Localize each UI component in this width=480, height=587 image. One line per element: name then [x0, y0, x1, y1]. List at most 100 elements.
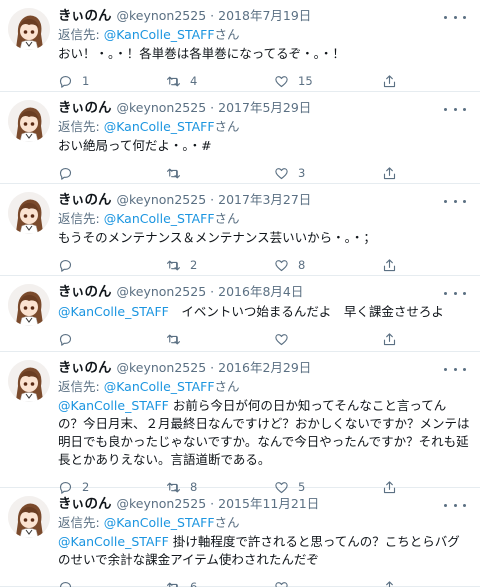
reply-to-line: 返信先: @KanColle_STAFFさん: [58, 118, 470, 136]
display-name[interactable]: きぃのん: [58, 6, 111, 26]
display-name[interactable]: きぃのん: [58, 98, 111, 118]
tweet-actions: 6: [58, 571, 470, 587]
tweet-text: @KanColle_STAFF イベントいつ始まるんだよ 早く課金させろよ: [58, 303, 470, 321]
retweet-count: 2: [190, 258, 198, 272]
reply-to-mention[interactable]: @KanColle_STAFF: [104, 515, 215, 530]
share-button[interactable]: [382, 166, 412, 181]
more-icon[interactable]: [444, 286, 466, 300]
tweet-date[interactable]: 2017年3月27日: [218, 190, 311, 210]
like-button[interactable]: 8: [274, 258, 382, 273]
reply-count: 1: [82, 74, 90, 88]
tweet[interactable]: きぃのん @keynon2525 · 2015年11月21日 返信先: @Kan…: [0, 488, 480, 587]
retweet-button[interactable]: 2: [166, 258, 274, 273]
like-count: 3: [298, 166, 306, 180]
reply-suffix: さん: [214, 515, 240, 530]
separator: ·: [210, 496, 215, 511]
like-icon: [275, 333, 288, 345]
more-icon[interactable]: [444, 498, 466, 512]
tweet[interactable]: きぃのん @keynon2525 · 2016年2月29日 返信先: @KanC…: [0, 352, 480, 494]
retweet-button[interactable]: [166, 166, 274, 181]
share-button[interactable]: [382, 258, 412, 273]
more-icon[interactable]: [444, 362, 466, 376]
more-icon[interactable]: [444, 194, 466, 208]
reply-button[interactable]: [58, 580, 166, 587]
reply-prefix: 返信先:: [58, 27, 104, 42]
avatar[interactable]: [8, 8, 50, 50]
like-button[interactable]: 3: [274, 166, 382, 181]
like-button[interactable]: 15: [274, 74, 382, 89]
user-handle[interactable]: @keynon2525: [116, 358, 206, 378]
reply-button[interactable]: [58, 332, 166, 347]
reply-icon: [59, 167, 72, 180]
reply-prefix: 返信先:: [58, 515, 104, 530]
like-count: 8: [298, 258, 306, 272]
user-handle[interactable]: @keynon2525: [116, 6, 206, 26]
display-name[interactable]: きぃのん: [58, 190, 111, 210]
user-handle[interactable]: @keynon2525: [116, 190, 206, 210]
separator: ·: [210, 100, 215, 115]
user-handle[interactable]: @keynon2525: [116, 98, 206, 118]
reply-icon: [59, 581, 72, 587]
retweet-button[interactable]: 4: [166, 74, 274, 89]
body-mention[interactable]: @KanColle_STAFF: [58, 534, 169, 549]
display-name[interactable]: きぃのん: [58, 282, 111, 302]
body-mention[interactable]: @KanColle_STAFF: [58, 398, 169, 413]
retweet-count: 4: [190, 74, 198, 88]
user-handle[interactable]: @keynon2525: [116, 494, 206, 514]
tweet-date[interactable]: 2016年8月4日: [218, 282, 303, 302]
avatar[interactable]: [8, 100, 50, 142]
avatar[interactable]: [8, 496, 50, 538]
more-icon[interactable]: [444, 10, 466, 24]
retweet-icon: [167, 76, 180, 86]
retweet-button[interactable]: 6: [166, 580, 274, 587]
like-icon: [275, 259, 288, 271]
share-icon: [383, 74, 396, 87]
tweet[interactable]: きぃのん @keynon2525 · 2018年7月19日 返信先: @KanC…: [0, 0, 480, 92]
reply-button[interactable]: 1: [58, 74, 166, 89]
display-name[interactable]: きぃのん: [58, 358, 111, 378]
tweet-date[interactable]: 2018年7月19日: [218, 6, 311, 26]
tweet-date[interactable]: 2016年2月29日: [218, 358, 311, 378]
share-button[interactable]: [382, 332, 412, 347]
tweet-date[interactable]: 2017年5月29日: [218, 98, 311, 118]
avatar[interactable]: [8, 284, 50, 326]
display-name[interactable]: きぃのん: [58, 494, 111, 514]
retweet-button[interactable]: [166, 332, 274, 347]
like-button[interactable]: [274, 580, 382, 587]
reply-to-mention[interactable]: @KanColle_STAFF: [104, 211, 215, 226]
tweet-text-content: もうそのメンテナンス＆メンテナンス芸いいから・。・；: [58, 230, 376, 245]
share-button[interactable]: [382, 580, 412, 587]
body-mention[interactable]: @KanColle_STAFF: [58, 304, 169, 319]
tweet-text-content: イベントいつ始まるんだよ 早く課金させろよ: [168, 304, 444, 319]
reply-suffix: さん: [214, 211, 240, 226]
share-icon: [386, 580, 393, 587]
tweet-text: @KanColle_STAFF お前ら今日が何の日か知ってそんなこと言ってんの？…: [58, 397, 470, 469]
reply-suffix: さん: [214, 27, 240, 42]
like-icon: [275, 167, 288, 179]
separator: ·: [210, 8, 215, 23]
tweet-text: もうそのメンテナンス＆メンテナンス芸いいから・。・；: [58, 229, 470, 247]
tweet-date[interactable]: 2015年11月21日: [218, 494, 319, 514]
separator: ·: [210, 192, 215, 207]
tweet[interactable]: きぃのん @keynon2525 · 2016年8月4日 @KanColle_S…: [0, 276, 480, 352]
reply-to-mention[interactable]: @KanColle_STAFF: [104, 379, 215, 394]
reply-prefix: 返信先:: [58, 119, 104, 134]
tweet[interactable]: きぃのん @keynon2525 · 2017年3月27日 返信先: @KanC…: [0, 184, 480, 276]
more-icon[interactable]: [444, 102, 466, 116]
avatar[interactable]: [8, 192, 50, 234]
reply-to-mention[interactable]: @KanColle_STAFF: [104, 119, 215, 134]
share-button[interactable]: [382, 74, 412, 89]
separator: ·: [210, 360, 215, 375]
retweet-icon: [167, 260, 180, 270]
tweet[interactable]: きぃのん @keynon2525 · 2017年5月29日 返信先: @KanC…: [0, 92, 480, 184]
reply-button[interactable]: [58, 166, 166, 181]
avatar[interactable]: [8, 360, 50, 402]
reply-to-mention[interactable]: @KanColle_STAFF: [104, 27, 215, 42]
like-button[interactable]: [274, 332, 382, 347]
avatar-image: [8, 8, 50, 50]
reply-to-line: 返信先: @KanColle_STAFFさん: [58, 514, 470, 532]
reply-button[interactable]: [58, 258, 166, 273]
retweet-count: 6: [190, 580, 198, 587]
user-handle[interactable]: @keynon2525: [116, 282, 206, 302]
separator: ·: [210, 284, 215, 299]
